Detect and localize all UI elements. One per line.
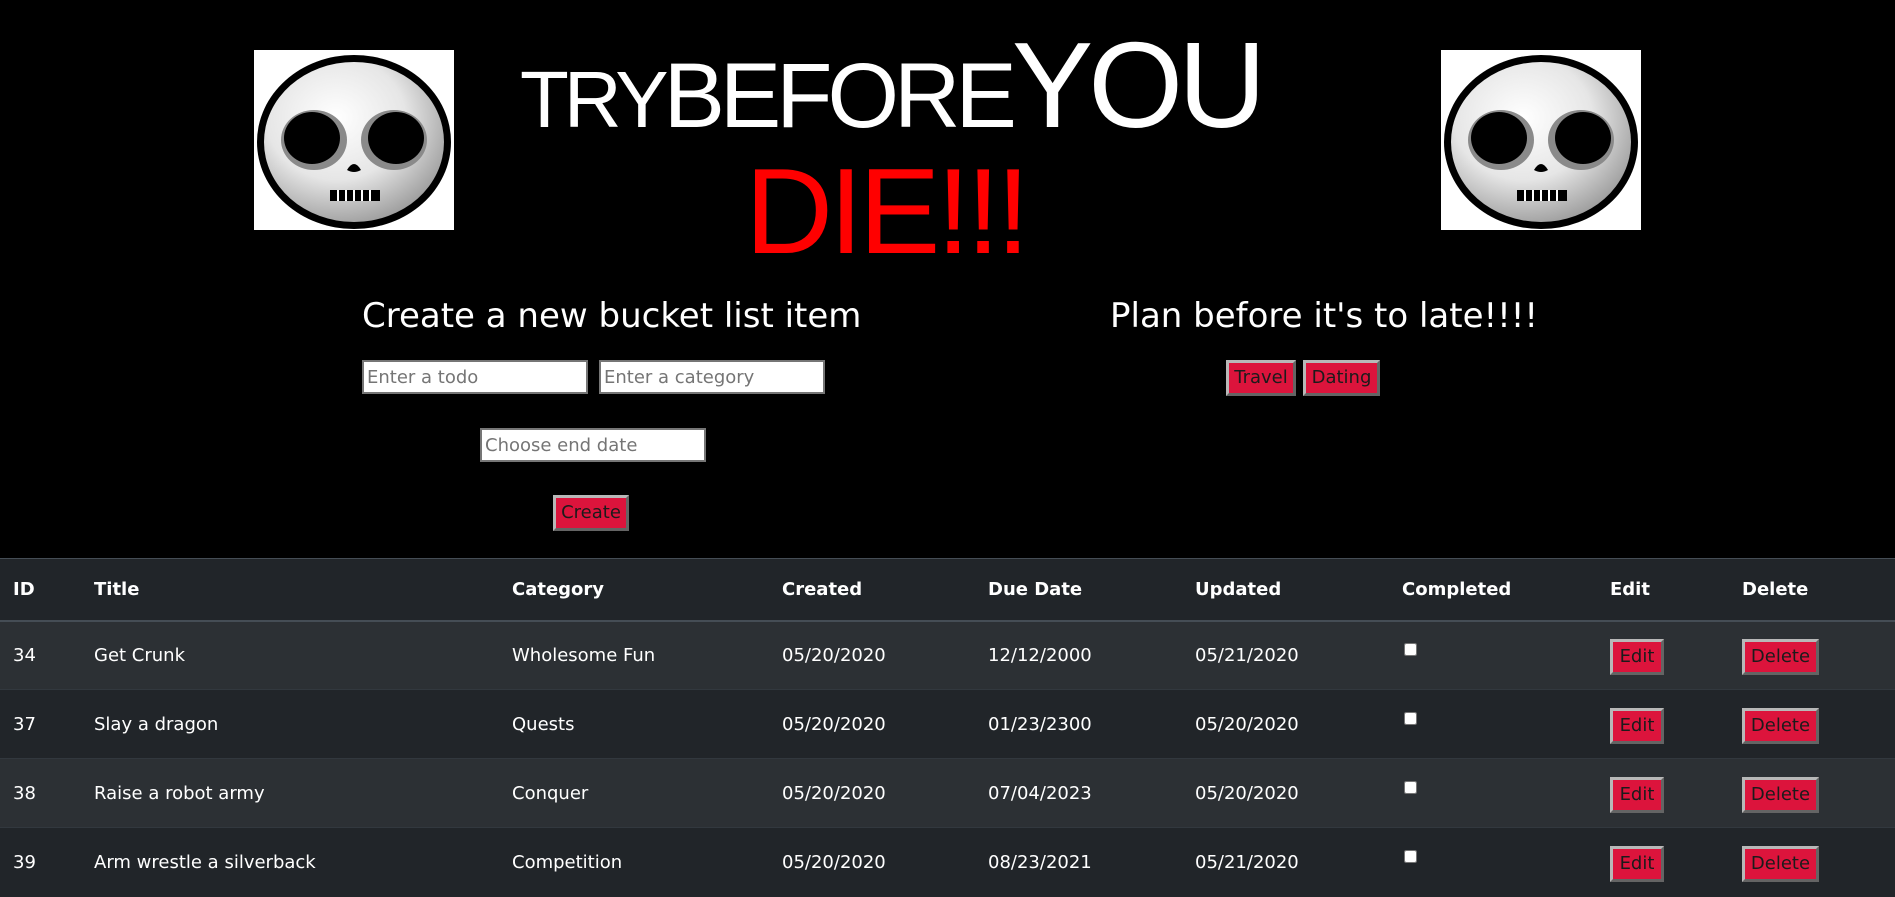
delete-button[interactable]: Delete [1742, 639, 1819, 676]
cell-id: 34 [0, 620, 94, 690]
create-button[interactable]: Create [553, 495, 629, 531]
col-header-created: Created [782, 558, 988, 622]
cell-delete: Delete [1742, 758, 1895, 828]
edit-button[interactable]: Edit [1610, 846, 1664, 883]
todo-input[interactable] [362, 360, 588, 394]
cell-created: 05/20/2020 [782, 827, 988, 897]
edit-button[interactable]: Edit [1610, 639, 1664, 676]
travel-filter-button[interactable]: Travel [1226, 360, 1296, 396]
col-header-title: Title [94, 558, 512, 622]
cell-completed [1402, 827, 1610, 897]
cell-updated: 05/20/2020 [1195, 758, 1402, 828]
completed-checkbox[interactable] [1404, 711, 1417, 725]
cell-category: Competition [512, 827, 782, 897]
skull-icon [1441, 50, 1641, 230]
end-date-input[interactable] [480, 428, 706, 462]
delete-button[interactable]: Delete [1742, 777, 1819, 813]
edit-button[interactable]: Edit [1610, 708, 1664, 744]
completed-checkbox[interactable] [1404, 780, 1417, 794]
cell-category: Wholesome Fun [512, 620, 782, 690]
bucket-list-table: ID Title Category Created Due Date Updat… [0, 558, 1895, 897]
cell-category: Conquer [512, 758, 782, 828]
cell-id: 38 [0, 758, 94, 828]
cell-completed [1402, 758, 1610, 828]
completed-checkbox[interactable] [1404, 849, 1417, 863]
cell-delete: Delete [1742, 827, 1895, 897]
create-form-title: Create a new bucket list item [362, 296, 862, 336]
cell-delete: Delete [1742, 689, 1895, 759]
cell-completed [1402, 689, 1610, 759]
cell-delete: Delete [1742, 620, 1895, 690]
col-header-completed: Completed [1402, 558, 1610, 622]
cell-created: 05/20/2020 [782, 758, 988, 828]
cell-due-date: 07/04/2023 [988, 758, 1195, 828]
cell-edit: Edit [1610, 689, 1742, 759]
col-header-due-date: Due Date [988, 558, 1195, 622]
table-row: 37 Slay a dragon Quests 05/20/2020 01/23… [0, 689, 1895, 759]
cell-title: Slay a dragon [94, 689, 512, 759]
cell-due-date: 08/23/2021 [988, 827, 1195, 897]
col-header-id: ID [0, 558, 94, 622]
col-header-delete: Delete [1742, 558, 1895, 622]
cell-edit: Edit [1610, 827, 1742, 897]
cell-title: Arm wrestle a silverback [94, 827, 512, 897]
col-header-edit: Edit [1610, 558, 1742, 622]
cell-due-date: 01/23/2300 [988, 689, 1195, 759]
category-input[interactable] [599, 360, 825, 394]
delete-button[interactable]: Delete [1742, 846, 1819, 883]
header: TRYBEFOREYOU DIE!!! [0, 0, 1895, 272]
dating-filter-button[interactable]: Dating [1303, 360, 1380, 396]
cell-id: 39 [0, 827, 94, 897]
cell-edit: Edit [1610, 758, 1742, 828]
plan-title: Plan before it's to late!!!! [1110, 296, 1539, 336]
col-header-category: Category [512, 558, 782, 622]
cell-created: 05/20/2020 [782, 620, 988, 690]
cell-updated: 05/21/2020 [1195, 827, 1402, 897]
delete-button[interactable]: Delete [1742, 708, 1819, 744]
skull-icon [254, 50, 454, 230]
col-header-updated: Updated [1195, 558, 1402, 622]
cell-id: 37 [0, 689, 94, 759]
logo-die: DIE!!! [745, 143, 1030, 279]
cell-due-date: 12/12/2000 [988, 620, 1195, 690]
cell-title: Raise a robot army [94, 758, 512, 828]
cell-edit: Edit [1610, 620, 1742, 690]
table-row: 39 Arm wrestle a silverback Competition … [0, 827, 1895, 897]
logo-try: TRY [520, 55, 669, 144]
table-row: 34 Get Crunk Wholesome Fun 05/20/2020 12… [0, 620, 1895, 690]
cell-category: Quests [512, 689, 782, 759]
cell-updated: 05/21/2020 [1195, 620, 1402, 690]
cell-updated: 05/20/2020 [1195, 689, 1402, 759]
completed-checkbox[interactable] [1404, 642, 1417, 656]
site-logo: TRYBEFOREYOU DIE!!! [520, 17, 1320, 272]
edit-button[interactable]: Edit [1610, 777, 1664, 813]
cell-title: Get Crunk [94, 620, 512, 690]
logo-you: YOU [1011, 17, 1266, 153]
table-header-row: ID Title Category Created Due Date Updat… [0, 558, 1895, 622]
cell-created: 05/20/2020 [782, 689, 988, 759]
logo-before: BEFORE [663, 45, 1017, 147]
cell-completed [1402, 620, 1610, 690]
table-row: 38 Raise a robot army Conquer 05/20/2020… [0, 758, 1895, 828]
